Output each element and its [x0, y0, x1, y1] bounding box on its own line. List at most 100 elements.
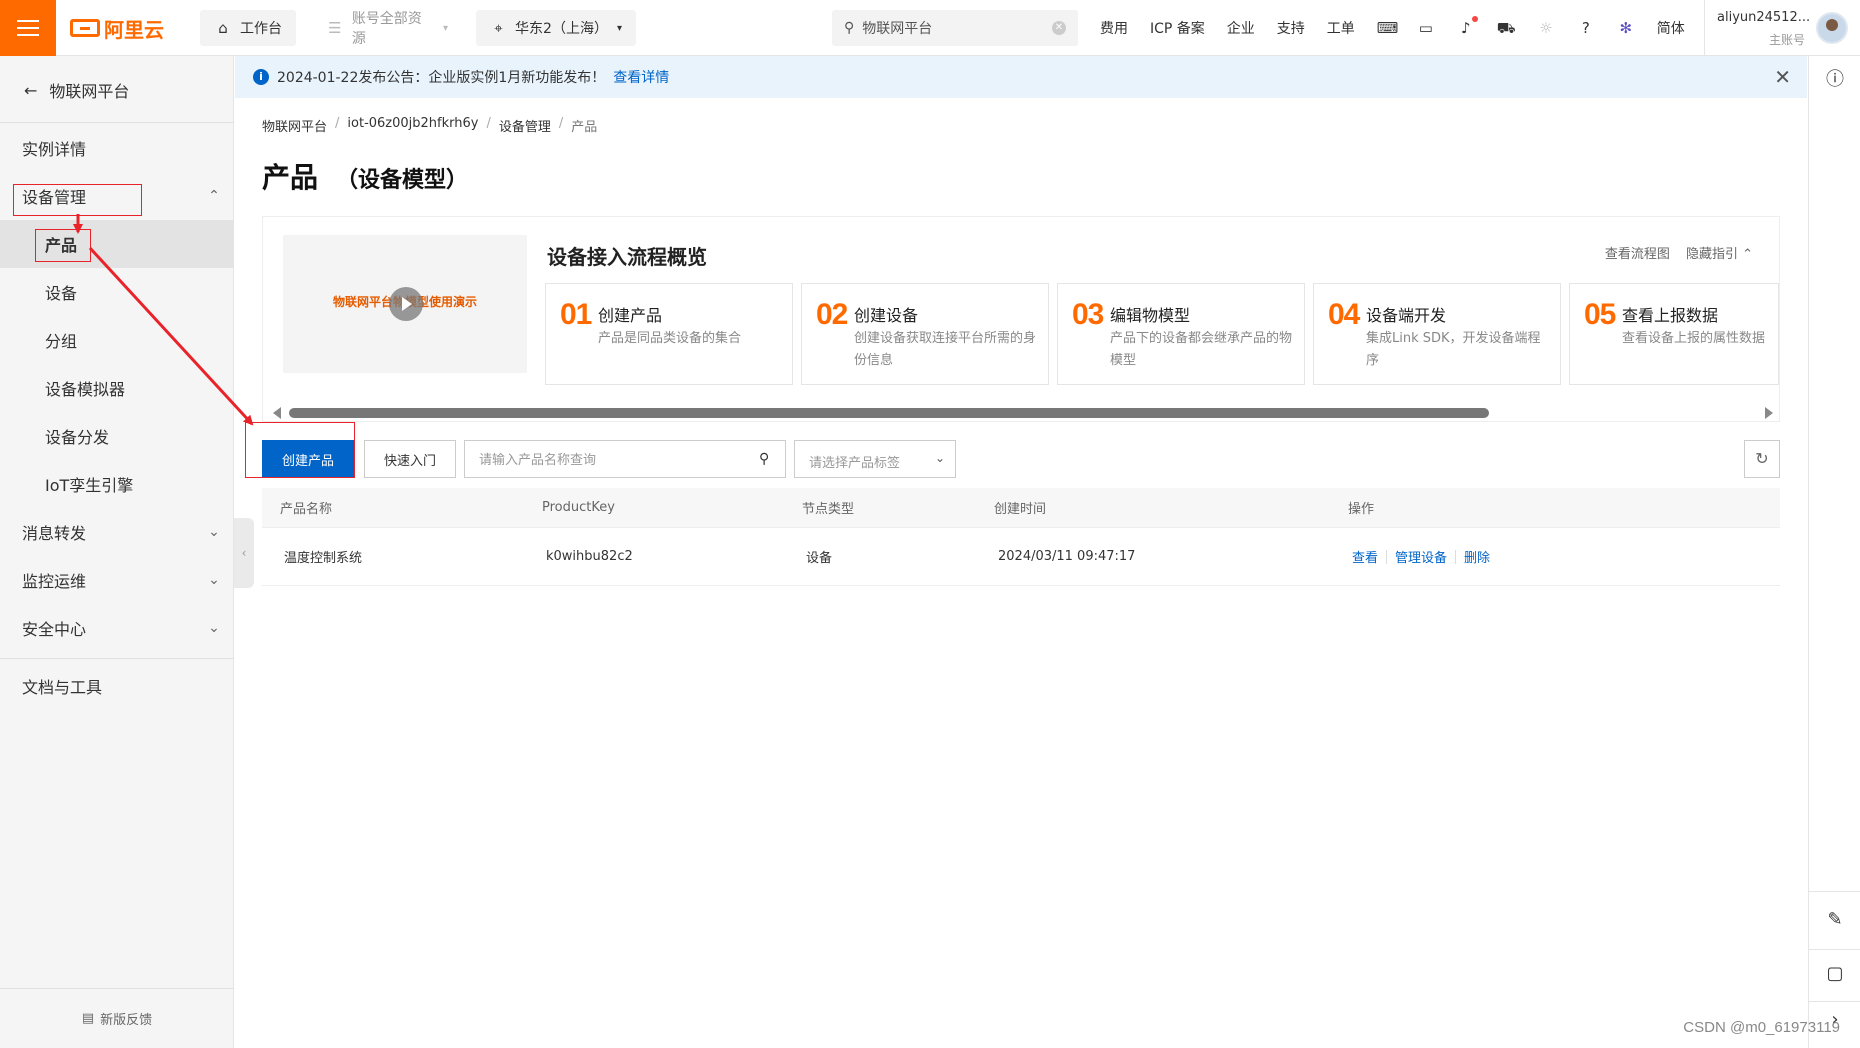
aliyun-logo[interactable]: 阿里云 — [70, 14, 164, 42]
manage-devices-link[interactable]: 管理设备 — [1395, 547, 1447, 566]
view-product-link[interactable]: 查看 — [1352, 547, 1378, 566]
location-pin-icon: ⌖ — [494, 19, 503, 37]
home-icon: ⌂ — [218, 19, 228, 37]
created-time: 2024/03/11 09:47:17 — [998, 549, 1136, 564]
help-icon[interactable]: ? — [1577, 19, 1595, 37]
sidebar-item-label: 分组 — [45, 332, 78, 351]
step-title: 创建产品 — [598, 306, 663, 325]
scroll-right-icon[interactable] — [1765, 407, 1773, 419]
sidebar-item-device-management[interactable]: 设备管理 ⌃ — [0, 172, 234, 220]
breadcrumb-item-instance[interactable]: iot-06z00jb2hfkrh6y — [347, 116, 478, 135]
quick-start-button[interactable]: 快速入门 — [364, 440, 456, 478]
sidebar-divider — [0, 658, 234, 659]
bell-icon[interactable]: ♪ — [1457, 16, 1478, 37]
avatar[interactable] — [1816, 12, 1848, 44]
sidebar-item-docs-tools[interactable]: 文档与工具 — [0, 662, 234, 710]
notification-dot — [1471, 16, 1478, 22]
close-icon[interactable]: ✕ — [1774, 67, 1791, 87]
step-number: 05 — [1584, 298, 1616, 331]
horizontal-scrollbar[interactable] — [273, 407, 1773, 419]
guide-step-2[interactable]: 02 创建设备 创建设备获取连接平台所需的身份信息 — [801, 283, 1049, 385]
chevron-down-icon: ⌄ — [208, 620, 220, 636]
sidebar-item-label: 设备模拟器 — [45, 380, 126, 399]
sidebar-item-instance-details[interactable]: 实例详情 — [0, 124, 234, 172]
account-resources-label: 账号全部资源 — [351, 11, 422, 47]
product-search-field: ⚲ — [464, 440, 786, 478]
delete-product-link[interactable]: 删除 — [1464, 547, 1490, 566]
global-search-value: 物联网平台 — [862, 21, 933, 37]
sidebar-item-security-center[interactable]: 安全中心 ⌄ — [0, 604, 234, 652]
create-product-button[interactable]: 创建产品 — [262, 440, 354, 478]
page-title-subtitle: （设备模型） — [336, 168, 469, 193]
chevron-down-icon: ⌄ — [208, 572, 220, 588]
hamburger-menu-icon[interactable] — [0, 0, 56, 56]
sidebar-item-device-simulator[interactable]: 设备模拟器 — [0, 364, 234, 412]
guide-step-5[interactable]: 05 查看上报数据 查看设备上报的属性数据 — [1569, 283, 1779, 385]
sidebar-divider — [0, 122, 234, 123]
announcement-text: 2024-01-22发布公告：企业版实例1月新功能发布！ — [277, 70, 606, 86]
region-selector[interactable]: ⌖ 华东2（上海） ▾ — [476, 10, 636, 46]
refresh-icon[interactable]: ↻ — [1744, 440, 1780, 478]
sidebar-item-groups[interactable]: 分组 — [0, 316, 234, 364]
collapse-sidebar-handle[interactable]: ‹ — [234, 518, 254, 588]
column-header-name: 产品名称 — [280, 502, 333, 517]
breadcrumb-item-iot-platform[interactable]: 物联网平台 — [262, 116, 327, 135]
sidebar-item-devices[interactable]: 设备 — [0, 268, 234, 316]
resource-icon: ☰ — [328, 19, 342, 37]
breadcrumb-item-products: 产品 — [571, 120, 598, 135]
scrollbar-thumb[interactable] — [289, 408, 1489, 418]
column-header-node-type: 节点类型 — [802, 502, 855, 517]
sidebar-item-label: 设备分发 — [45, 428, 110, 447]
scroll-left-icon[interactable] — [273, 407, 281, 419]
terminal-icon[interactable]: ▭ — [1417, 19, 1435, 37]
top-link-fees[interactable]: 费用 — [1100, 18, 1128, 38]
product-tag-select[interactable]: 请选择产品标签 ⌄ — [794, 440, 956, 478]
guide-step-3[interactable]: 03 编辑物模型 产品下的设备都会继承产品的物模型 — [1057, 283, 1305, 385]
edit-icon[interactable]: ✎ — [1823, 908, 1847, 932]
cart-icon[interactable]: ⛟ — [1497, 19, 1516, 37]
global-search-input[interactable]: ⚲ 物联网平台 ✕ — [832, 10, 1078, 46]
step-number: 03 — [1072, 298, 1104, 331]
view-flowchart-link[interactable]: 查看流程图 — [1605, 243, 1670, 262]
breadcrumb-separator: / — [486, 116, 491, 131]
demo-video-thumbnail[interactable]: 物联网平台物模型使用演示 — [283, 235, 527, 373]
chevron-down-icon: ⌄ — [934, 451, 945, 465]
top-link-ticket[interactable]: 工单 — [1327, 18, 1355, 38]
guide-step-4[interactable]: 04 设备端开发 集成Link SDK，开发设备端程序 — [1313, 283, 1561, 385]
arrow-left-icon: ← — [24, 80, 38, 100]
sidebar-item-monitoring-ops[interactable]: 监控运维 ⌄ — [0, 556, 234, 604]
code-icon[interactable]: ⌨ — [1377, 19, 1399, 37]
sidebar-item-label: 消息转发 — [22, 524, 87, 543]
workbench-button[interactable]: ⌂ 工作台 — [200, 10, 296, 46]
sidebar-item-label: 产品 — [45, 236, 78, 255]
chevron-left-icon: ‹ — [241, 546, 247, 560]
play-icon[interactable] — [389, 287, 423, 321]
sidebar-item-message-forwarding[interactable]: 消息转发 ⌄ — [0, 508, 234, 556]
clear-search-icon[interactable]: ✕ — [1052, 21, 1066, 35]
sidebar-item-label: 设备 — [45, 284, 78, 303]
account-resources-dropdown[interactable]: ☰ 账号全部资源 ▾ — [312, 10, 462, 47]
help-circle-icon[interactable]: ⓘ — [1823, 68, 1847, 92]
search-icon[interactable]: ⚲ — [759, 451, 775, 467]
back-to-iot-platform[interactable]: ← 物联网平台 — [24, 78, 129, 102]
top-link-support[interactable]: 支持 — [1277, 18, 1305, 38]
sidebar-item-products[interactable]: 产品 — [0, 220, 234, 268]
assistant-icon[interactable]: ✻ — [1617, 19, 1635, 37]
new-version-feedback[interactable]: ▤ 新版反馈 — [0, 988, 234, 1048]
feedback-label: 新版反馈 — [100, 1013, 153, 1028]
chat-icon[interactable]: ▢ — [1823, 962, 1847, 986]
breadcrumb-item-device-management[interactable]: 设备管理 — [499, 116, 551, 135]
guide-step-1[interactable]: 01 创建产品 产品是同品类设备的集合 — [545, 283, 793, 385]
column-header-created: 创建时间 — [994, 502, 1047, 517]
lightbulb-icon[interactable]: ☼ — [1537, 19, 1555, 37]
language-switch[interactable]: 简体 — [1657, 18, 1685, 38]
sidebar-item-iot-twin-engine[interactable]: IoT孪生引擎 — [0, 460, 234, 508]
top-link-icp[interactable]: ICP 备案 — [1150, 18, 1205, 38]
product-search-input[interactable] — [479, 450, 739, 470]
hide-guide-link[interactable]: 隐藏指引 ⌃ — [1686, 243, 1753, 262]
user-account-menu[interactable]: aliyun24512... 主账号 — [1704, 0, 1860, 56]
sidebar-back-label: 物联网平台 — [49, 82, 130, 101]
announcement-details-link[interactable]: 查看详情 — [613, 67, 669, 87]
sidebar-item-device-distribution[interactable]: 设备分发 — [0, 412, 234, 460]
top-link-enterprise[interactable]: 企业 — [1227, 18, 1255, 38]
